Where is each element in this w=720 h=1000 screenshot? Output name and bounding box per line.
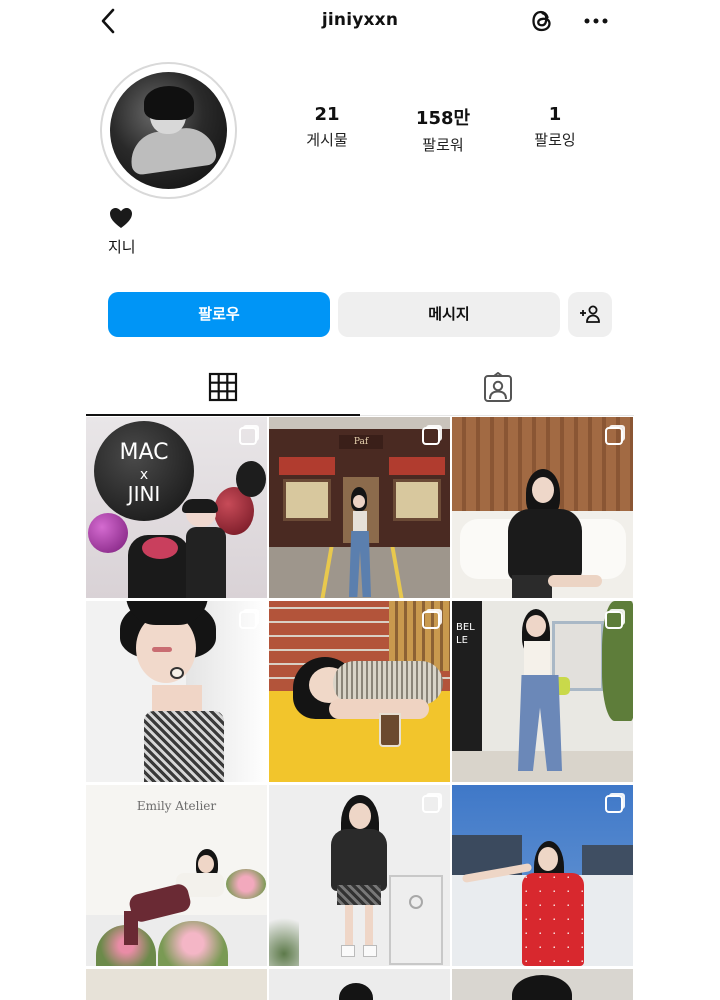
- stat-following[interactable]: 1 팔로잉: [510, 104, 600, 150]
- black-heart-icon: [110, 208, 132, 228]
- threads-icon[interactable]: [526, 5, 558, 37]
- post-thumbnail[interactable]: Emily Atelier: [86, 785, 267, 966]
- post-thumbnail[interactable]: [452, 417, 633, 598]
- multi-photo-icon: [422, 427, 440, 445]
- avatar[interactable]: [100, 62, 237, 199]
- post-thumbnail[interactable]: [269, 969, 450, 1000]
- stat-posts[interactable]: 21 게시물: [282, 104, 372, 150]
- profile-photo: [110, 72, 227, 189]
- balloon-text: MAC: [119, 440, 168, 465]
- tagged-icon: [484, 372, 512, 402]
- multi-photo-icon: [605, 427, 623, 445]
- store-sign: Paf: [339, 435, 383, 449]
- post-thumbnail[interactable]: [452, 785, 633, 966]
- top-bar: jiniyxxn: [86, 0, 634, 44]
- post-thumbnail[interactable]: [452, 969, 633, 1000]
- post-thumbnail[interactable]: Paf: [269, 417, 450, 598]
- stat-followers-label: 팔로워: [422, 136, 464, 154]
- stat-following-label: 팔로잉: [534, 131, 576, 149]
- store-sign: Emily Atelier: [136, 799, 217, 813]
- stat-followers[interactable]: 158만 팔로워: [398, 104, 488, 155]
- multi-photo-icon: [605, 611, 623, 629]
- follow-button[interactable]: 팔로우: [108, 292, 330, 337]
- post-thumbnail[interactable]: [86, 969, 267, 1000]
- post-thumbnail[interactable]: [269, 601, 450, 782]
- profile-name: 지니: [108, 238, 136, 256]
- tab-posts-grid[interactable]: [86, 362, 360, 416]
- profile-stats: 21 게시물 158만 팔로워 1 팔로잉: [296, 104, 616, 154]
- tab-tagged[interactable]: [360, 362, 634, 416]
- profile-tabs: [86, 362, 634, 416]
- post-thumbnail[interactable]: MAC x JINI: [86, 417, 267, 598]
- stat-posts-label: 게시물: [306, 131, 348, 149]
- message-button[interactable]: 메시지: [338, 292, 560, 337]
- wall-sign-text: BELLE: [456, 622, 475, 646]
- profile-screen: jiniyxxn 21 게시물 158만 팔로워 1 팔로잉 지니 팔로우 메시…: [86, 0, 634, 1000]
- multi-photo-icon: [422, 795, 440, 813]
- add-user-icon: [580, 305, 600, 323]
- grid-icon: [208, 372, 238, 402]
- post-thumbnail[interactable]: BELLE: [452, 601, 633, 782]
- multi-photo-icon: [239, 611, 257, 629]
- post-thumbnail[interactable]: [86, 601, 267, 782]
- multi-photo-icon: [605, 795, 623, 813]
- balloon-text: JINI: [126, 482, 161, 506]
- stat-followers-value: 158만: [415, 108, 471, 129]
- stat-following-value: 1: [548, 104, 562, 125]
- posts-grid: MAC x JINI Paf BELLE Emily Atelier: [86, 417, 634, 1000]
- post-thumbnail[interactable]: [269, 785, 450, 966]
- add-user-button[interactable]: [568, 292, 612, 337]
- stat-posts-value: 21: [314, 104, 340, 125]
- more-horizontal-icon[interactable]: [581, 8, 611, 34]
- balloon-text: x: [140, 467, 148, 483]
- multi-photo-icon: [239, 427, 257, 445]
- multi-photo-icon: [422, 611, 440, 629]
